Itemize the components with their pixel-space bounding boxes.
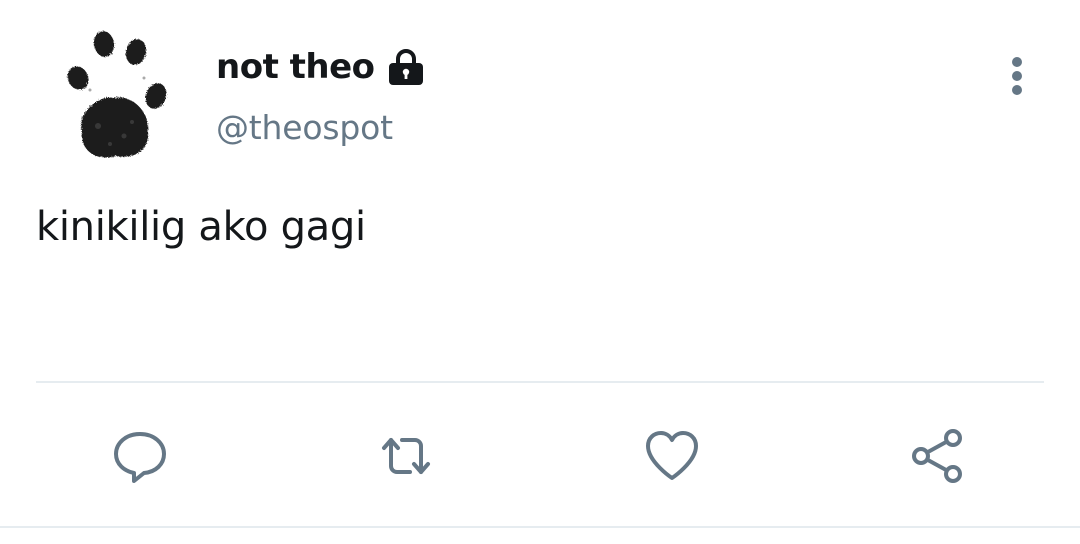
lock-icon bbox=[385, 46, 427, 88]
reply-button[interactable] bbox=[108, 424, 172, 488]
share-icon bbox=[912, 429, 962, 483]
like-button[interactable] bbox=[640, 424, 704, 488]
divider bbox=[36, 381, 1044, 383]
heart-icon bbox=[646, 431, 698, 480]
paw-print-icon bbox=[67, 31, 167, 158]
bottom-divider bbox=[0, 526, 1080, 528]
tweet: not theo @theospot kinikilig ako gagi bbox=[0, 0, 1080, 544]
more-options-button[interactable] bbox=[996, 52, 1038, 100]
more-vertical-icon bbox=[1012, 57, 1022, 95]
share-button[interactable] bbox=[906, 424, 970, 488]
tweet-text: kinikilig ako gagi bbox=[36, 204, 366, 250]
retweet-icon bbox=[382, 438, 430, 474]
avatar[interactable] bbox=[52, 28, 176, 176]
author-handle[interactable]: @theospot bbox=[216, 108, 393, 147]
retweet-button[interactable] bbox=[374, 424, 438, 488]
speech-bubble-icon bbox=[114, 432, 166, 483]
display-name[interactable]: not theo bbox=[216, 47, 375, 87]
author-name-row: not theo bbox=[216, 40, 427, 94]
